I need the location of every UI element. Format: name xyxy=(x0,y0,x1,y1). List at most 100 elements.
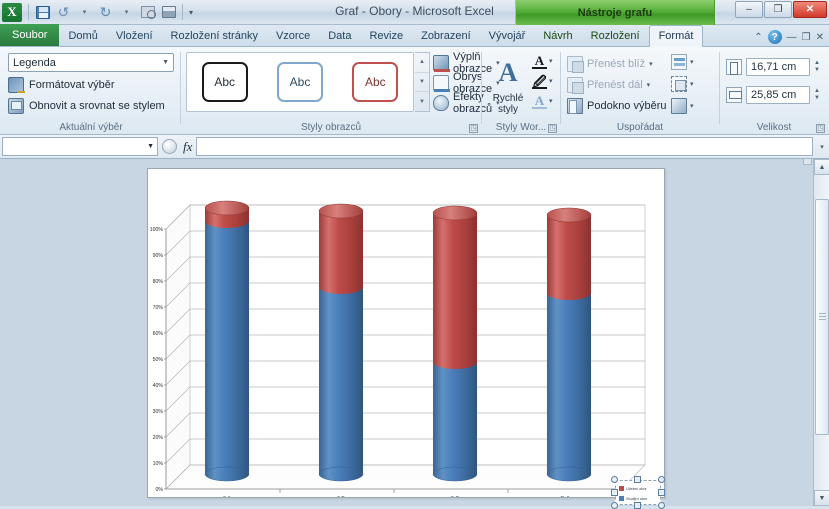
stepper-up-icon[interactable]: ▲ xyxy=(814,60,825,66)
scroll-up-button[interactable]: ▲ xyxy=(814,159,829,175)
tab-data[interactable]: Data xyxy=(319,25,360,46)
group-label-usporadat: Uspořádat xyxy=(616,122,664,133)
wordart-dialog-launcher[interactable]: ◳ xyxy=(548,124,557,133)
column-celkem[interactable] xyxy=(546,207,592,482)
expand-formula-bar-icon[interactable]: ▾ xyxy=(815,143,829,151)
tab-soubor[interactable]: Soubor xyxy=(0,24,60,46)
tab-vyvojar[interactable]: Vývojář xyxy=(480,25,535,46)
tab-zobrazeni[interactable]: Zobrazení xyxy=(412,25,480,46)
insert-function-icon[interactable]: fx xyxy=(183,139,192,155)
worksheet-canvas[interactable]: 100% 90% 80% 70% 60% 50% 40% 30% 20% 10%… xyxy=(0,159,813,509)
align-button[interactable]: ▾ xyxy=(671,51,713,73)
tab-vzorce[interactable]: Vzorce xyxy=(267,25,319,46)
rotate-button[interactable]: ▾ xyxy=(671,95,713,117)
text-outline-button[interactable]: 🖉 ▾ xyxy=(532,71,553,91)
resize-handle-n[interactable] xyxy=(634,476,641,483)
chevron-down-icon[interactable]: ▾ xyxy=(549,77,553,85)
chart-plot: 100% 90% 80% 70% 60% 50% 40% 30% 20% 10%… xyxy=(150,200,646,497)
group-velikost: 16,71 cm ▲ ▼ 25,85 cm ▲ ▼ Velikost ◳ xyxy=(720,47,828,135)
format-selection-icon xyxy=(8,77,25,93)
collapse-ribbon-icon[interactable]: ⌃ xyxy=(754,32,762,43)
svg-text:50%: 50% xyxy=(153,357,164,363)
restore-workbook-icon[interactable]: ❐ xyxy=(802,32,811,43)
minimize-button[interactable]: – xyxy=(735,1,763,18)
resize-handle-e[interactable] xyxy=(658,489,665,496)
shape-styles-gallery[interactable]: Abc Abc Abc xyxy=(186,52,414,112)
formula-input[interactable] xyxy=(196,137,813,156)
chevron-down-icon[interactable]: ▾ xyxy=(549,97,553,105)
shape-fill-icon xyxy=(433,54,450,72)
shape-styles-dialog-launcher[interactable]: ◳ xyxy=(469,124,478,133)
column-9b[interactable] xyxy=(318,203,364,482)
shape-height-stepper[interactable]: ▲ ▼ xyxy=(814,58,825,76)
tab-vlozeni[interactable]: Vložení xyxy=(107,25,162,46)
send-backward-button[interactable]: Přenést dál ▾ xyxy=(567,75,650,94)
scroll-grip-icon xyxy=(819,313,826,321)
restore-button[interactable]: ❐ xyxy=(764,1,792,18)
chart-object[interactable]: 100% 90% 80% 70% 60% 50% 40% 30% 20% 10%… xyxy=(147,168,665,498)
size-dialog-launcher[interactable]: ◳ xyxy=(816,124,825,133)
stepper-down-icon[interactable]: ▼ xyxy=(814,67,825,73)
shape-width-stepper[interactable]: ▲ ▼ xyxy=(814,86,825,104)
group-styly-obrazcu: Abc Abc Abc ▲ ▼ ▼ Výplň obrazce ▾ Obrys … xyxy=(181,47,500,135)
scroll-down-button[interactable]: ▼ xyxy=(814,490,829,506)
chevron-down-icon[interactable]: ▾ xyxy=(690,58,694,66)
chevron-down-icon[interactable]: ▼ xyxy=(147,143,154,150)
tab-format[interactable]: Formát xyxy=(648,25,704,47)
text-effects-icon: A xyxy=(532,93,547,109)
scroll-thumb[interactable] xyxy=(815,199,829,435)
bring-forward-button[interactable]: Přenést blíž ▾ xyxy=(567,54,653,73)
cancel-enter-icon[interactable] xyxy=(162,139,177,154)
shape-height-input[interactable]: 16,71 cm xyxy=(746,58,810,76)
chart-element-select[interactable]: Legenda ▼ xyxy=(8,53,174,72)
tab-rozlozeni-stranky[interactable]: Rozložení stránky xyxy=(162,25,267,46)
split-box[interactable] xyxy=(803,159,812,165)
name-box[interactable]: ▼ xyxy=(2,137,158,156)
contextual-tab-group-text: Nástroje grafu xyxy=(577,6,653,19)
tab-navrh[interactable]: Návrh xyxy=(534,25,581,46)
vertical-scrollbar[interactable]: ▲ ▼ xyxy=(803,159,829,506)
resize-handle-w[interactable] xyxy=(611,489,618,496)
gallery-more-icon[interactable]: ▼ xyxy=(415,92,429,111)
text-fill-button[interactable]: A ▾ xyxy=(532,51,553,71)
shape-height-row: 16,71 cm ▲ ▼ xyxy=(726,58,825,76)
resize-handle-ne[interactable] xyxy=(658,476,665,483)
stepper-down-icon[interactable]: ▼ xyxy=(814,95,825,101)
chevron-down-icon[interactable]: ▾ xyxy=(549,57,553,65)
shape-outline-icon xyxy=(433,74,450,92)
shape-width-input[interactable]: 25,85 cm xyxy=(746,86,810,104)
reset-to-match-style-button[interactable]: Obnovit a srovnat se stylem xyxy=(8,96,165,116)
group-usporadat: Přenést blíž ▾ Přenést dál ▾ Podokno výb… xyxy=(561,47,719,135)
legend-entry-ucebni[interactable]: Učební obor xyxy=(619,483,658,493)
close-workbook-icon[interactable]: ✕ xyxy=(816,32,824,43)
tab-revize[interactable]: Revize xyxy=(360,25,412,46)
resize-handle-nw[interactable] xyxy=(611,476,618,483)
chevron-down-icon[interactable]: ▾ xyxy=(647,81,651,89)
group-label-velikost: Velikost xyxy=(756,122,792,133)
shape-style-item[interactable]: Abc xyxy=(201,62,248,102)
chevron-down-icon[interactable]: ▾ xyxy=(690,80,694,88)
shape-style-item[interactable]: Abc xyxy=(276,62,323,102)
gallery-scroll-controls[interactable]: ▲ ▼ ▼ xyxy=(415,52,430,112)
chart-legend-selection[interactable]: Učební obor Studijní obor xyxy=(611,476,665,509)
tab-rozlozeni[interactable]: Rozložení xyxy=(582,25,649,46)
group-button[interactable]: ▾ xyxy=(671,73,713,95)
send-backward-icon xyxy=(567,76,584,94)
selection-pane-button[interactable]: Podokno výběru xyxy=(567,96,667,115)
gallery-scroll-up-icon[interactable]: ▲ xyxy=(415,53,429,73)
legend-swatch-ucebni xyxy=(619,485,624,491)
tab-domu[interactable]: Domů xyxy=(59,25,106,46)
text-effects-button[interactable]: A ▾ xyxy=(532,91,553,111)
column-9a[interactable] xyxy=(204,200,250,482)
close-button[interactable]: ✕ xyxy=(793,1,827,18)
gallery-scroll-down-icon[interactable]: ▼ xyxy=(415,73,429,93)
help-icon[interactable]: ? xyxy=(767,30,782,44)
format-selection-button[interactable]: Formátovat výběr xyxy=(8,75,115,95)
shape-style-item[interactable]: Abc xyxy=(352,62,399,102)
wordart-quick-styles-icon[interactable]: A xyxy=(488,53,528,93)
minimize-workbook-icon[interactable]: — xyxy=(787,32,797,43)
column-9c[interactable] xyxy=(432,205,478,482)
chevron-down-icon[interactable]: ▾ xyxy=(690,102,694,110)
chevron-down-icon[interactable]: ▾ xyxy=(649,60,653,68)
stepper-up-icon[interactable]: ▲ xyxy=(814,88,825,94)
